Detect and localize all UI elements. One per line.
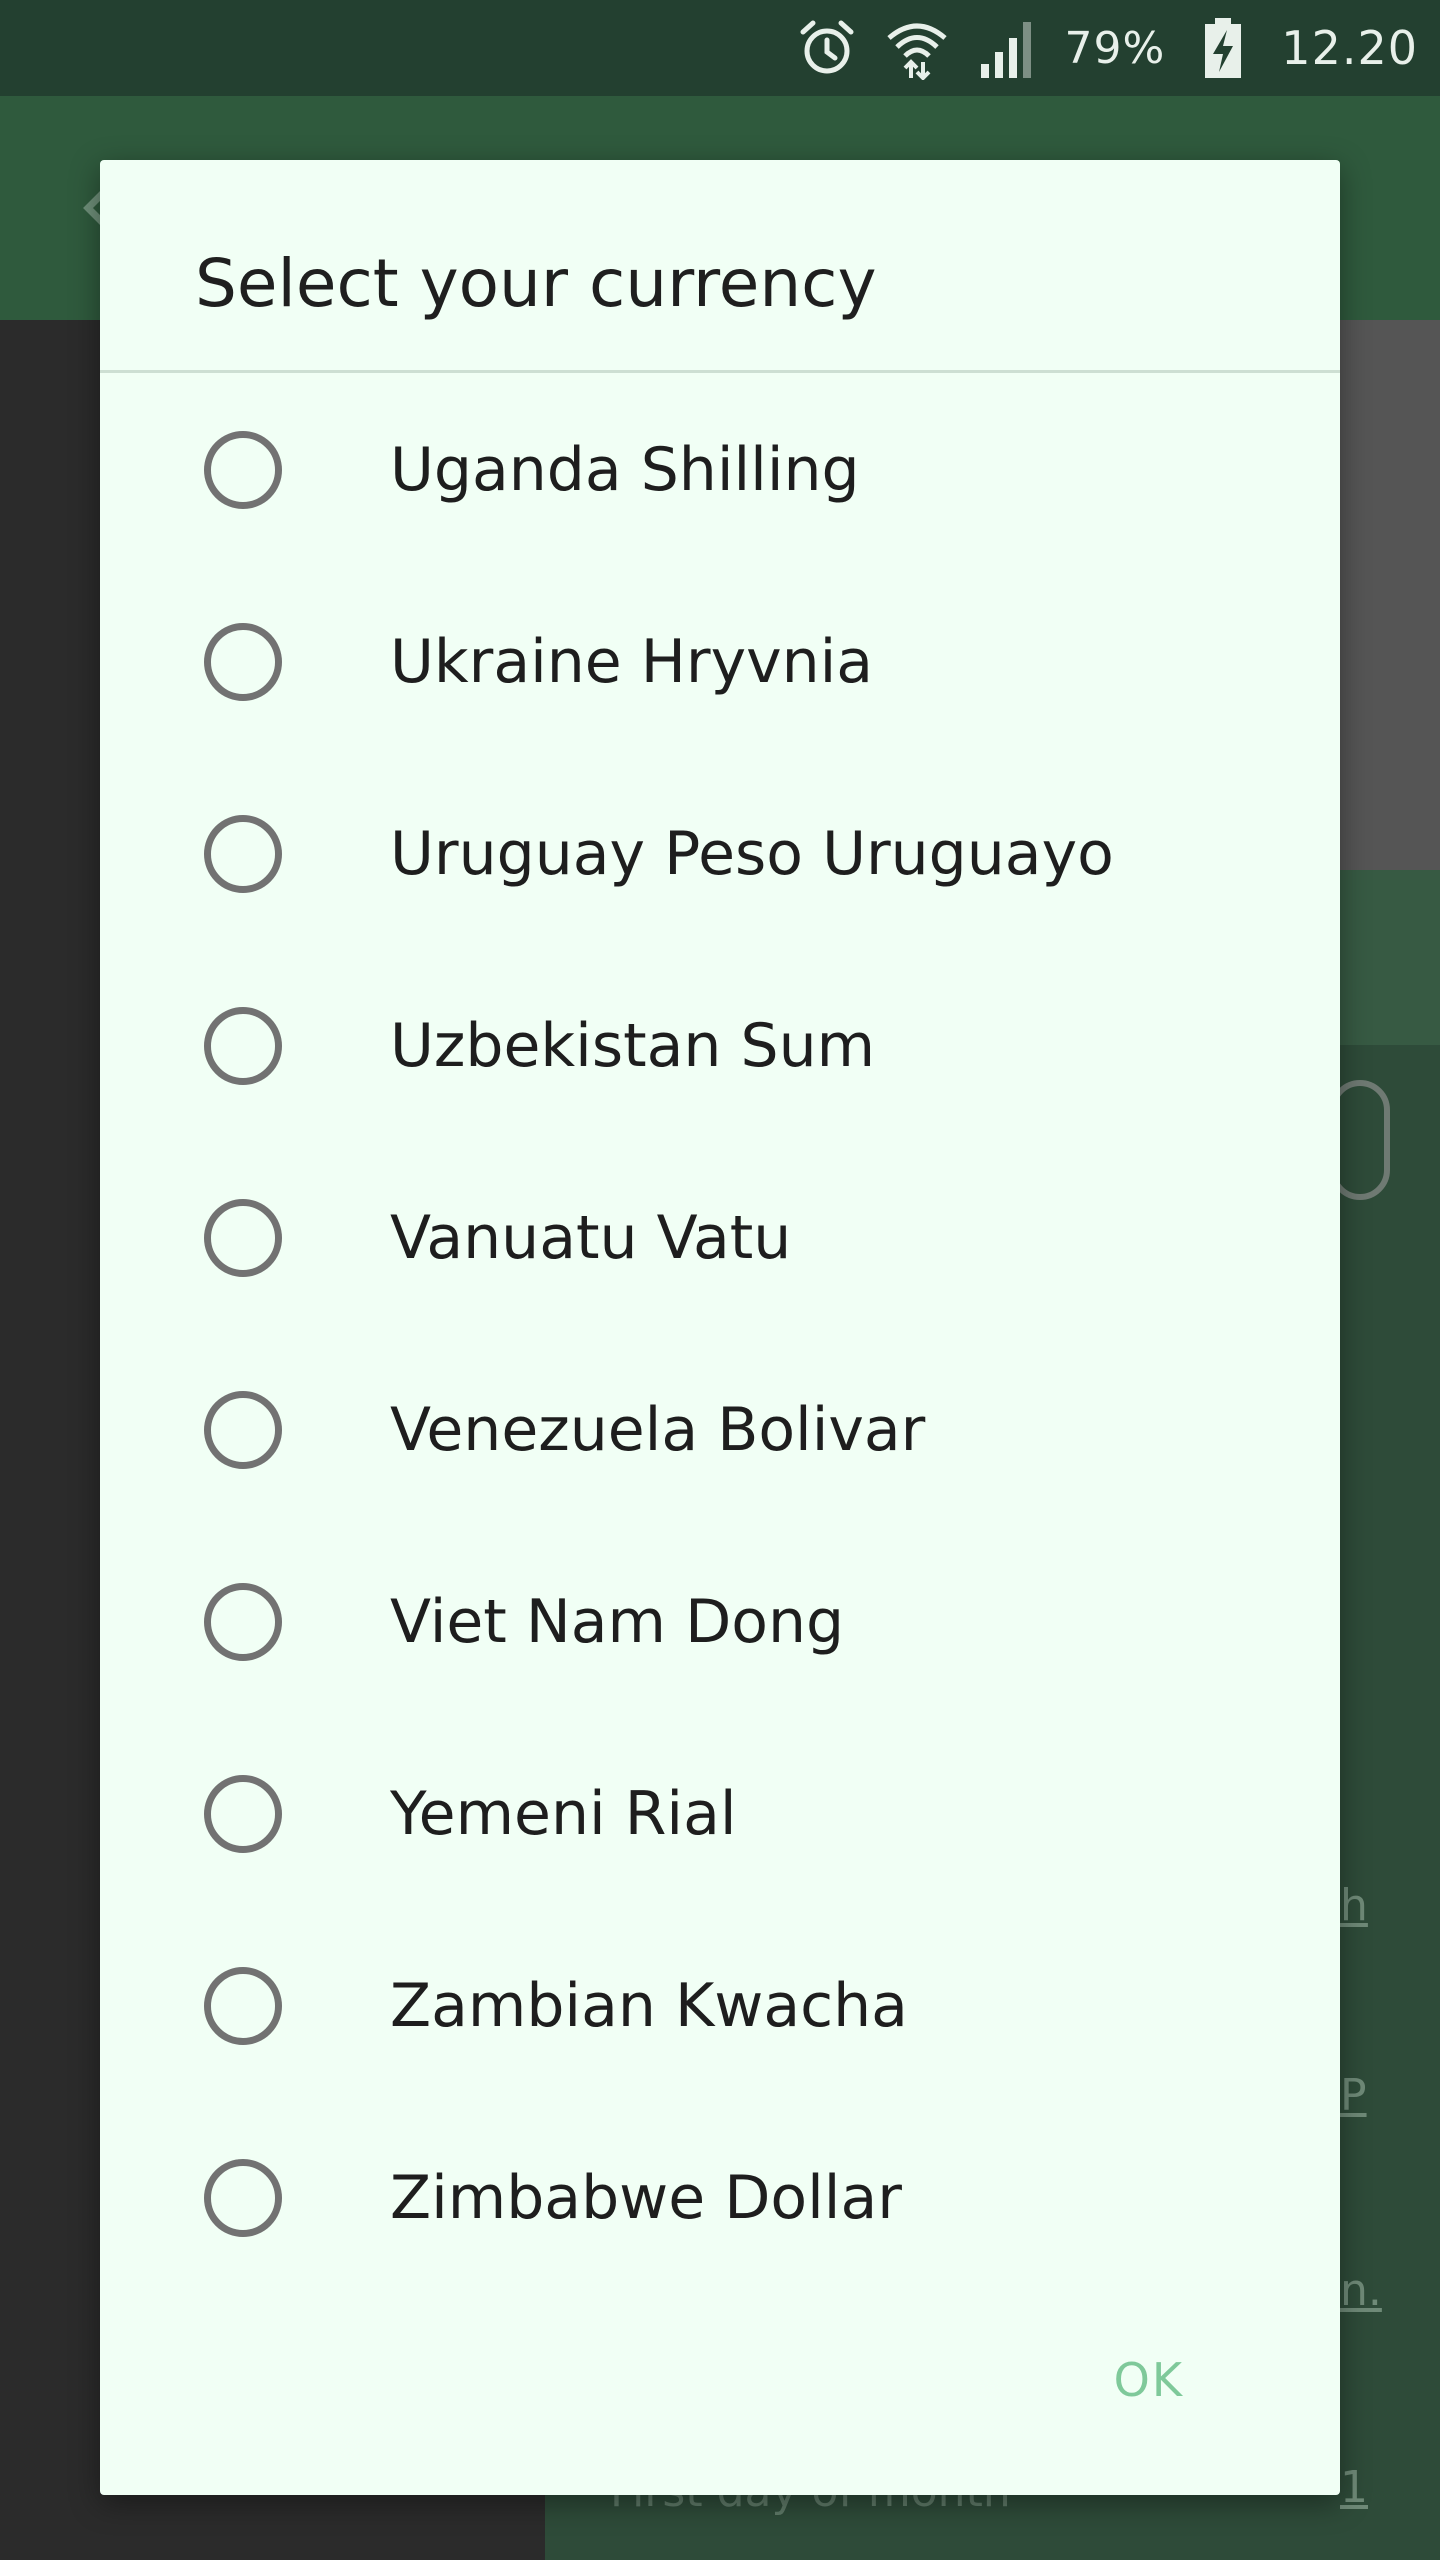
currency-option-label: Venezuela Bolivar <box>390 1395 926 1465</box>
currency-option[interactable]: Ukraine Hryvnia <box>100 566 1340 758</box>
background-link[interactable]: h <box>1340 1880 1368 1931</box>
currency-option[interactable]: Zambian Kwacha <box>100 1910 1340 2102</box>
battery-percent: 79% <box>1064 22 1166 74</box>
background-link[interactable]: 1 <box>1340 2462 1368 2513</box>
background-link[interactable]: P <box>1340 2070 1367 2121</box>
status-bar: 79% 12.20 <box>0 0 1440 96</box>
radio-button[interactable] <box>204 431 282 509</box>
dialog-divider <box>100 370 1340 373</box>
alarm-icon <box>795 16 859 80</box>
currency-option[interactable]: Venezuela Bolivar <box>100 1334 1340 1526</box>
currency-option-label: Ukraine Hryvnia <box>390 627 874 697</box>
radio-button[interactable] <box>204 815 282 893</box>
currency-option-label: Uganda Shilling <box>390 435 860 505</box>
currency-option-label: Zimbabwe Dollar <box>390 2163 902 2233</box>
signal-icon <box>975 16 1039 80</box>
radio-button[interactable] <box>204 1967 282 2045</box>
radio-button[interactable] <box>204 1199 282 1277</box>
currency-option-label: Uruguay Peso Uruguayo <box>390 819 1114 889</box>
currency-dialog: Select your currency Uganda Shilling Ukr… <box>100 160 1340 2495</box>
currency-option[interactable]: Viet Nam Dong <box>100 1526 1340 1718</box>
radio-button[interactable] <box>204 1007 282 1085</box>
currency-option-label: Viet Nam Dong <box>390 1587 845 1657</box>
radio-button[interactable] <box>204 623 282 701</box>
currency-option[interactable]: Uruguay Peso Uruguayo <box>100 758 1340 950</box>
currency-option[interactable]: Zimbabwe Dollar <box>100 2102 1340 2294</box>
dialog-title: Select your currency <box>195 245 877 322</box>
radio-button[interactable] <box>204 1391 282 1469</box>
currency-option-list[interactable]: Uganda Shilling Ukraine Hryvnia Uruguay … <box>100 374 1340 2294</box>
currency-option[interactable]: Yemeni Rial <box>100 1718 1340 1910</box>
status-time: 12.20 <box>1281 21 1418 75</box>
radio-button[interactable] <box>204 1583 282 1661</box>
radio-button[interactable] <box>204 1775 282 1853</box>
currency-option-label: Yemeni Rial <box>390 1779 737 1849</box>
background-link[interactable]: n. <box>1340 2265 1382 2316</box>
currency-option-label: Vanuatu Vatu <box>390 1203 792 1273</box>
currency-option-label: Zambian Kwacha <box>390 1971 908 2041</box>
ok-button[interactable]: OK <box>1098 2343 1200 2417</box>
currency-option[interactable]: Uganda Shilling <box>100 374 1340 566</box>
radio-button[interactable] <box>204 2159 282 2237</box>
currency-option-label: Uzbekistan Sum <box>390 1011 876 1081</box>
currency-option[interactable]: Uzbekistan Sum <box>100 950 1340 1142</box>
wifi-icon <box>885 16 949 80</box>
currency-option[interactable]: Vanuatu Vatu <box>100 1142 1340 1334</box>
battery-charging-icon <box>1191 16 1255 80</box>
